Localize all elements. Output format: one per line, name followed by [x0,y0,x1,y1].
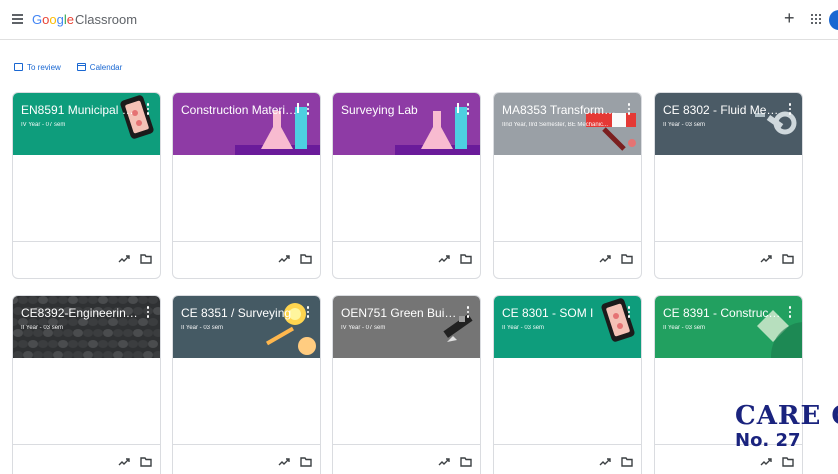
folder-icon[interactable] [140,253,152,264]
class-section: IInd Year, IIrd Semester, BE Mechanic... [502,122,609,128]
class-title[interactable]: CE 8301 - SOM I [502,306,620,320]
class-title[interactable]: CE 8351 / Surveying [181,306,299,320]
folder-icon[interactable] [300,456,312,467]
more-vert-icon[interactable] [465,103,471,117]
card-header[interactable]: OEN751 Green Buildi... IV Year - 07 sem [333,296,480,358]
class-title[interactable]: EN8591 Municipal soli... [21,103,139,117]
trending-icon[interactable] [599,457,611,467]
more-vert-icon[interactable] [626,103,632,117]
class-card[interactable]: CE 8301 - SOM I II Year - 03 sem [493,295,642,474]
folder-icon[interactable] [460,456,472,467]
card-footer [13,241,160,278]
trending-icon[interactable] [760,457,772,467]
trending-icon[interactable] [278,254,290,264]
more-vert-icon[interactable] [305,103,311,117]
folder-icon[interactable] [140,456,152,467]
watermark-line: CARE C [735,401,838,431]
more-vert-icon[interactable] [787,306,793,320]
trending-icon[interactable] [118,254,130,264]
card-footer [13,444,160,474]
card-header[interactable]: CE 8391 - Constructi... II Year - 03 sem [655,296,802,358]
class-section: IV Year - 07 sem [21,122,66,128]
trending-icon[interactable] [760,254,772,264]
more-vert-icon[interactable] [145,306,151,320]
class-section: II Year - 03 sem [181,325,224,331]
more-vert-icon[interactable] [145,103,151,117]
class-card[interactable]: CE 8302 - Fluid Mech... II Year - 03 sem [654,92,803,279]
class-section: II Year - 03 sem [663,325,706,331]
trending-icon[interactable] [278,457,290,467]
folder-icon[interactable] [300,253,312,264]
card-header[interactable]: EN8591 Municipal soli... IV Year - 07 sem [13,93,160,155]
class-card[interactable]: Construction Materia... [172,92,321,279]
trending-icon[interactable] [438,254,450,264]
class-title[interactable]: OEN751 Green Buildi... [341,306,459,320]
class-title[interactable]: CE8392-Engineering ... [21,306,139,320]
class-title[interactable]: Surveying Lab [341,103,459,117]
card-header[interactable]: MA8353 Transforms ... IInd Year, IIrd Sem… [494,93,641,155]
card-footer [173,241,320,278]
card-header[interactable]: Construction Materia... [173,93,320,155]
class-title[interactable]: CE 8302 - Fluid Mech... [663,103,781,117]
class-section: II Year - 03 sem [21,325,64,331]
folder-icon[interactable] [782,253,794,264]
class-title[interactable]: Construction Materia... [181,103,299,117]
more-vert-icon[interactable] [465,306,471,320]
folder-icon[interactable] [782,456,794,467]
class-card[interactable]: EN8591 Municipal soli... IV Year - 07 sem [12,92,161,279]
class-card[interactable]: CE8392-Engineering ... II Year - 03 sem [12,295,161,474]
class-title[interactable]: MA8353 Transforms ... [502,103,620,117]
folder-icon[interactable] [621,253,633,264]
card-header[interactable]: Surveying Lab [333,93,480,155]
card-header[interactable]: CE 8301 - SOM I II Year - 03 sem [494,296,641,358]
card-header[interactable]: CE 8302 - Fluid Mech... II Year - 03 sem [655,93,802,155]
folder-icon[interactable] [621,456,633,467]
watermark-logo: CARE C No. 27 [735,402,838,452]
card-footer [494,241,641,278]
class-card[interactable]: MA8353 Transforms ... IInd Year, IIrd Sem… [493,92,642,279]
card-footer [333,241,480,278]
card-header[interactable]: CE 8351 / Surveying II Year - 03 sem [173,296,320,358]
card-footer [333,444,480,474]
class-section: II Year - 03 sem [502,325,545,331]
more-vert-icon[interactable] [787,103,793,117]
trending-icon[interactable] [599,254,611,264]
class-card[interactable]: OEN751 Green Buildi... IV Year - 07 sem [332,295,481,474]
class-title[interactable]: CE 8391 - Constructi... [663,306,781,320]
trending-icon[interactable] [118,457,130,467]
class-card[interactable]: Surveying Lab [332,92,481,279]
watermark-line: No. 27 [735,430,801,451]
trending-icon[interactable] [438,457,450,467]
folder-icon[interactable] [460,253,472,264]
class-card-grid: EN8591 Municipal soli... IV Year - 07 sem… [0,0,838,474]
more-vert-icon[interactable] [305,306,311,320]
card-footer [173,444,320,474]
class-card[interactable]: CE 8351 / Surveying II Year - 03 sem [172,295,321,474]
more-vert-icon[interactable] [626,306,632,320]
class-section: II Year - 03 sem [663,122,706,128]
class-section: IV Year - 07 sem [341,325,386,331]
card-footer [494,444,641,474]
card-footer [655,241,802,278]
card-header[interactable]: CE8392-Engineering ... II Year - 03 sem [13,296,160,358]
